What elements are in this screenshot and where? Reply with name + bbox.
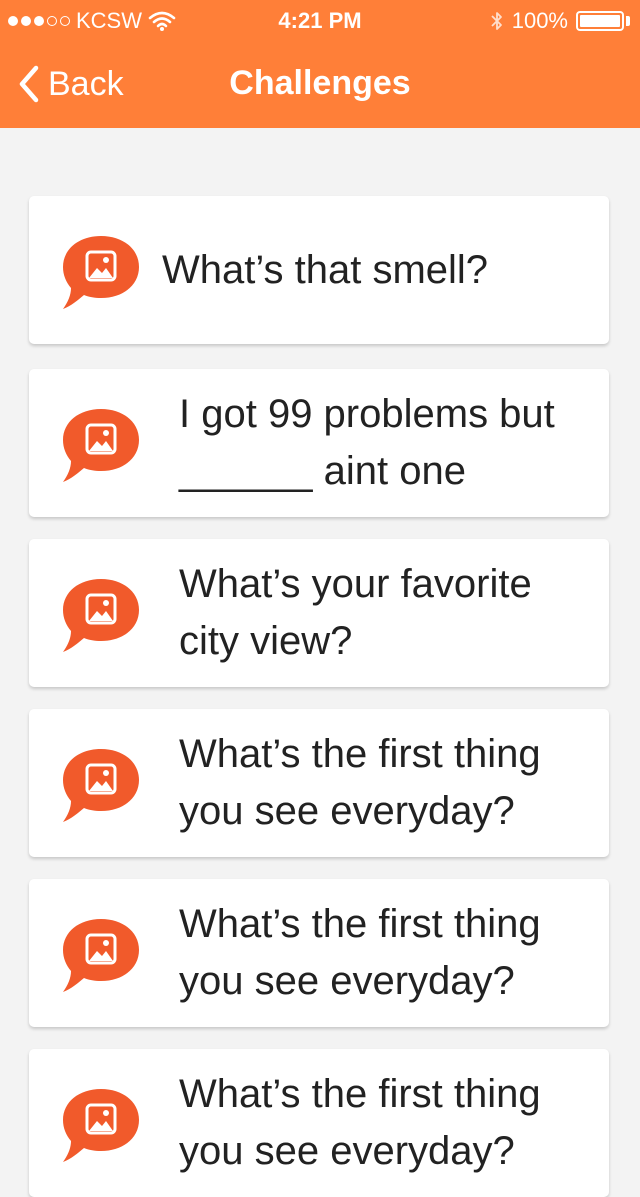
photo-chat-icon (63, 409, 139, 482)
page-title: Challenges (229, 64, 411, 102)
challenge-text: What’s your favorite city view? (179, 562, 532, 663)
challenge-text: What’s the first thing you see everyday? (179, 732, 541, 833)
photo-chat-icon (63, 919, 139, 992)
battery-icon (576, 11, 624, 31)
photo-chat-icon (63, 1089, 139, 1162)
challenge-text: What’s the first thing you see everyday? (179, 902, 541, 1003)
challenge-card[interactable]: What’s your favorite city view? (29, 539, 609, 687)
challenge-text: What’s the first thing you see everyday? (179, 1072, 541, 1173)
photo-chat-icon (63, 749, 139, 822)
bluetooth-icon (491, 12, 502, 30)
challenge-card[interactable]: What’s the first thing you see everyday? (29, 1049, 609, 1197)
challenge-card[interactable]: What’s that smell? (29, 196, 609, 344)
photo-chat-icon (63, 236, 139, 309)
challenge-card[interactable]: What’s the first thing you see everyday? (29, 709, 609, 857)
challenge-text: I got 99 problems but ______ aint one (179, 392, 555, 493)
navigation-bar: Back Challenges (0, 40, 640, 128)
status-bar: KCSW 4:21 PM 100% (0, 0, 640, 40)
battery-percent: 100% (511, 8, 568, 33)
top-bar: KCSW 4:21 PM 100% Back Challenges (0, 0, 640, 128)
photo-chat-icon (63, 579, 139, 652)
challenge-card[interactable]: I got 99 problems but ______ aint one (29, 369, 609, 517)
status-right: 100% (490, 8, 630, 34)
challenge-text: What’s that smell? (162, 247, 489, 292)
battery-level (580, 15, 620, 27)
battery-tip (626, 16, 630, 26)
challenge-card[interactable]: What’s the first thing you see everyday? (29, 879, 609, 1027)
